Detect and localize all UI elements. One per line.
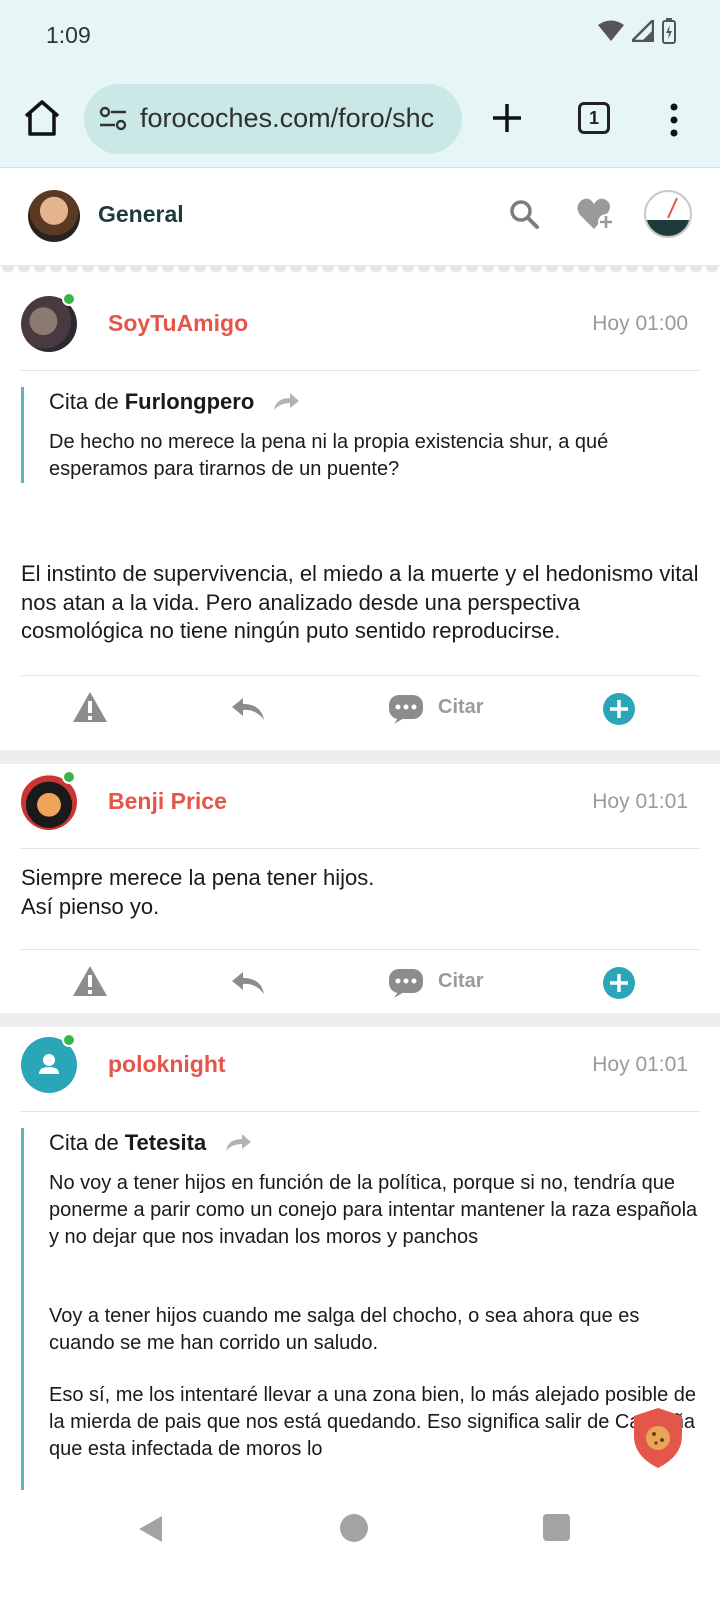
post-separator — [0, 1013, 720, 1027]
go-to-quote-icon[interactable] — [224, 1133, 252, 1153]
post-header: poloknight Hoy 01:01 — [0, 1027, 720, 1111]
status-time: 1:09 — [46, 22, 91, 48]
divider — [21, 1111, 699, 1112]
quote-text: Voy a tener hijos cuando me salga del ch… — [49, 1305, 640, 1354]
home-icon[interactable] — [20, 96, 64, 140]
post: Benji Price Hoy 01:01 Siempre merece la … — [0, 764, 720, 1014]
post-body: El instinto de supervivencia, el miedo a… — [21, 561, 699, 643]
quote-header: Cita de Furlongpero — [49, 387, 700, 417]
post: poloknight Hoy 01:01 Cita de Tetesita No… — [0, 1027, 720, 1508]
go-to-quote-icon[interactable] — [272, 392, 300, 412]
quote-text: No voy a tener hijos en función de la po… — [49, 1172, 698, 1248]
post: SoyTuAmigo Hoy 01:00 Cita de Furlongpero… — [0, 286, 720, 740]
home-nav-icon[interactable] — [340, 1514, 368, 1542]
username[interactable]: Benji Price — [108, 788, 227, 815]
warning-icon[interactable] — [72, 964, 108, 998]
reply-icon[interactable] — [230, 696, 266, 722]
post-body-line: Siempre merece la pena tener hijos. — [21, 865, 375, 890]
status-icons — [598, 18, 676, 44]
username[interactable]: poloknight — [108, 1051, 226, 1078]
quote-author[interactable]: Furlongpero — [125, 389, 255, 415]
plus-circle-icon[interactable] — [602, 966, 636, 1000]
quote-bubble-icon[interactable] — [388, 968, 424, 998]
quote-header: Cita de Tetesita — [49, 1128, 700, 1158]
quote-prefix: Cita de — [49, 389, 119, 414]
reply-icon[interactable] — [230, 970, 266, 996]
recents-icon[interactable] — [543, 1514, 570, 1541]
post-actions: Citar — [0, 950, 720, 1014]
divider — [21, 848, 699, 849]
address-bar[interactable]: forocoches.com/foro/shc — [84, 84, 462, 154]
divider — [21, 370, 699, 371]
quote-author[interactable]: Tetesita — [125, 1130, 207, 1156]
cite-button[interactable]: Citar — [438, 970, 484, 993]
online-indicator — [62, 292, 76, 306]
quote-text: De hecho no merece la pena ni la propia … — [49, 431, 609, 480]
quote-text: Eso sí, me los intentaré llevar a una zo… — [49, 1384, 697, 1460]
username[interactable]: SoyTuAmigo — [108, 310, 248, 337]
plus-icon[interactable] — [488, 99, 526, 137]
post-time: Hoy 01:01 — [592, 1053, 688, 1076]
browser-chrome: 1:09 forocoches.com/foro/shc 1 — [0, 0, 720, 168]
battery-icon — [662, 18, 676, 44]
heart-plus-icon[interactable] — [576, 196, 616, 232]
tab-switcher-button[interactable]: 1 — [578, 102, 610, 134]
online-indicator — [62, 770, 76, 784]
plus-circle-icon[interactable] — [602, 692, 636, 726]
more-vert-icon[interactable] — [668, 102, 680, 138]
wifi-icon — [598, 20, 624, 41]
cookie-shield-icon[interactable] — [632, 1406, 684, 1470]
user-avatar[interactable] — [644, 190, 692, 238]
post-header: Benji Price Hoy 01:01 — [0, 764, 720, 848]
quote-block: Cita de Furlongpero De hecho no merece l… — [21, 387, 720, 483]
cite-button[interactable]: Citar — [438, 696, 484, 719]
back-icon[interactable] — [136, 1514, 164, 1544]
post-time: Hoy 01:00 — [592, 312, 688, 335]
post-time: Hoy 01:01 — [592, 790, 688, 813]
post-actions: Citar — [0, 676, 720, 740]
site-settings-icon[interactable] — [98, 106, 128, 132]
post-separator — [0, 750, 720, 764]
header-edge — [0, 266, 720, 276]
system-nav-bar — [0, 1490, 720, 1600]
quote-block: Cita de Tetesita No voy a tener hijos en… — [21, 1128, 720, 1508]
search-icon[interactable] — [508, 198, 540, 230]
post-header: SoyTuAmigo Hoy 01:00 — [0, 286, 720, 370]
forum-avatar[interactable] — [28, 190, 80, 242]
site-header: General — [0, 168, 720, 266]
post-body-line: Así pienso yo. — [21, 893, 160, 919]
quote-bubble-icon[interactable] — [388, 694, 424, 724]
online-indicator — [62, 1033, 76, 1047]
forum-name[interactable]: General — [98, 201, 184, 228]
gauge-icon — [646, 197, 690, 236]
warning-icon[interactable] — [72, 690, 108, 724]
signal-icon — [632, 20, 654, 42]
quote-prefix: Cita de — [49, 1130, 119, 1155]
url-text[interactable]: forocoches.com/foro/shc — [140, 103, 434, 134]
